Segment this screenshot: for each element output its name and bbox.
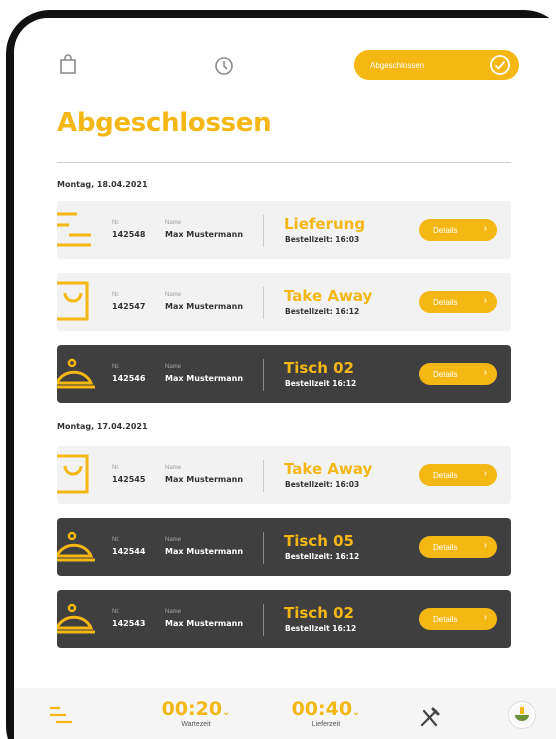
chevron-right-icon: › <box>483 612 487 623</box>
order-nr-label: Nr. <box>112 465 120 471</box>
wait-time-label: Wartezeit <box>181 721 211 728</box>
page-title: Abgeschlossen <box>57 108 272 138</box>
order-type: Tisch 02 <box>284 604 354 622</box>
customer-name: Max Mustermann <box>165 475 244 484</box>
order-time: Bestellzeit 16:12 <box>285 379 357 388</box>
app-screen: Abgeschlossen Abgeschlossen Montag, 18.0… <box>14 18 556 739</box>
menu-icon[interactable] <box>50 706 72 724</box>
shopping-bag-icon[interactable] <box>56 52 80 76</box>
bottom-bar: 00:20⌄ Wartezeit 00:40⌄ Lieferzeit <box>14 688 556 739</box>
order-type: Take Away <box>284 460 373 478</box>
order-nr: 142544 <box>112 547 146 556</box>
order-nr-label: Nr. <box>112 292 120 298</box>
takeaway-bag-icon <box>57 273 97 331</box>
chevron-right-icon: › <box>483 468 487 479</box>
order-time: Bestellzeit: 16:03 <box>285 480 360 489</box>
order-time: Bestellzeit: 16:03 <box>285 235 360 244</box>
order-card[interactable]: Nr. 142545 Name Max Mustermann Take Away… <box>57 446 511 504</box>
customer-name-label: Name <box>165 220 182 226</box>
order-nr: 142545 <box>112 475 146 484</box>
separator <box>263 287 264 319</box>
chevron-right-icon: › <box>483 540 487 551</box>
customer-name: Max Mustermann <box>165 619 244 628</box>
customer-name-label: Name <box>165 465 182 471</box>
chevron-down-icon: ⌄ <box>352 707 361 718</box>
order-type: Tisch 05 <box>284 532 354 550</box>
chevron-right-icon: › <box>483 223 487 234</box>
order-nr: 142543 <box>112 619 146 628</box>
customer-name: Max Mustermann <box>165 547 244 556</box>
customer-name: Max Mustermann <box>165 302 244 311</box>
details-label: Details <box>433 470 458 480</box>
customer-name-label: Name <box>165 537 182 543</box>
details-label: Details <box>433 369 458 379</box>
order-card[interactable]: Nr. 142546 Name Max Mustermann Tisch 02 … <box>54 345 511 403</box>
details-label: Details <box>433 297 458 307</box>
divider <box>57 162 511 163</box>
details-button[interactable]: Details › <box>419 536 497 558</box>
cloche-icon <box>54 518 97 576</box>
delivery-time-selector[interactable]: 00:40⌄ Lieferzeit <box>286 698 366 728</box>
order-time: Bestellzeit 16:12 <box>285 624 357 633</box>
order-time: Bestellzeit: 16:12 <box>285 552 360 561</box>
cutlery-icon[interactable] <box>418 705 442 729</box>
details-button[interactable]: Details › <box>419 464 497 486</box>
wait-time-selector[interactable]: 00:20⌄ Wartezeit <box>156 698 236 728</box>
order-card[interactable]: Nr. 142548 Name Max Mustermann Lieferung… <box>57 201 511 259</box>
details-label: Details <box>433 225 458 235</box>
order-nr: 142547 <box>112 302 146 311</box>
delivery-time-label: Lieferzeit <box>311 721 341 728</box>
chevron-right-icon: › <box>483 367 487 378</box>
order-type: Tisch 02 <box>284 359 354 377</box>
cloche-icon <box>54 590 97 648</box>
date-label: Montag, 17.04.2021 <box>57 422 148 431</box>
top-bar: Abgeschlossen <box>14 18 556 98</box>
details-label: Details <box>433 614 458 624</box>
takeaway-bag-icon <box>57 446 97 504</box>
order-nr-label: Nr. <box>112 220 120 226</box>
delivery-time-value: 00:40 <box>291 698 353 720</box>
clock-icon[interactable] <box>212 54 236 78</box>
cloche-icon <box>54 345 97 403</box>
order-nr: 142546 <box>112 374 146 383</box>
order-type: Take Away <box>284 287 373 305</box>
wait-time-value: 00:20 <box>161 698 223 720</box>
separator <box>263 215 264 247</box>
chevron-down-icon: ⌄ <box>222 707 231 718</box>
order-nr-label: Nr. <box>112 364 120 370</box>
status-filter-label: Abgeschlossen <box>370 60 425 70</box>
order-nr: 142548 <box>112 230 146 239</box>
details-button[interactable]: Details › <box>419 219 497 241</box>
order-type: Lieferung <box>284 215 366 233</box>
customer-name: Max Mustermann <box>165 374 244 383</box>
separator <box>263 604 264 636</box>
order-time: Bestellzeit: 16:12 <box>285 307 360 316</box>
details-button[interactable]: Details › <box>419 363 497 385</box>
customer-name: Max Mustermann <box>165 230 244 239</box>
separator <box>263 532 264 564</box>
customer-name-label: Name <box>165 292 182 298</box>
order-card[interactable]: Nr. 142547 Name Max Mustermann Take Away… <box>57 273 511 331</box>
customer-name-label: Name <box>165 609 182 615</box>
separator <box>263 460 264 492</box>
check-circle-icon <box>489 54 511 76</box>
order-nr-label: Nr. <box>112 609 120 615</box>
delivery-icon <box>57 201 97 259</box>
date-label: Montag, 18.04.2021 <box>57 180 148 189</box>
details-button[interactable]: Details › <box>419 608 497 630</box>
status-filter-button[interactable]: Abgeschlossen <box>354 50 519 80</box>
separator <box>263 359 264 391</box>
order-nr-label: Nr. <box>112 537 120 543</box>
chevron-right-icon: › <box>483 295 487 306</box>
avatar[interactable] <box>508 701 536 729</box>
details-button[interactable]: Details › <box>419 291 497 313</box>
order-card[interactable]: Nr. 142544 Name Max Mustermann Tisch 05 … <box>54 518 511 576</box>
details-label: Details <box>433 542 458 552</box>
order-card[interactable]: Nr. 142543 Name Max Mustermann Tisch 02 … <box>54 590 511 648</box>
customer-name-label: Name <box>165 364 182 370</box>
